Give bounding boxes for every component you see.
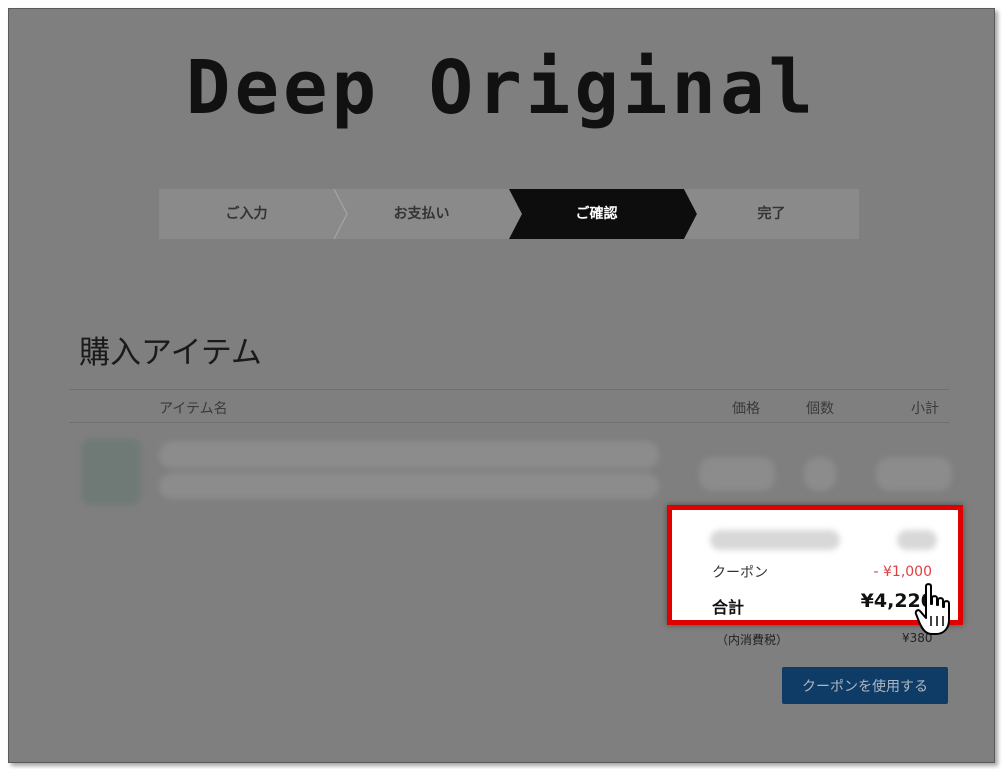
header-item-name: アイテム名: [159, 401, 228, 417]
page-frame: Deep Original ご入力 お支払い ご確認 完了 購入アイテム アイテ…: [8, 8, 995, 763]
step-input: ご入力: [225, 206, 268, 222]
header-subtotal: 小計: [911, 401, 939, 417]
item-name-redacted: [159, 441, 659, 469]
checkout-steps: ご入力 お支払い ご確認 完了: [159, 189, 859, 239]
header-quantity: 個数: [806, 401, 834, 417]
header-price: 価格: [732, 401, 760, 417]
total-label: 合計: [712, 598, 745, 617]
item-price-redacted: [699, 457, 775, 491]
brand-logo[interactable]: Deep Original: [9, 45, 994, 131]
summary-subtotal-value-redacted: [897, 530, 937, 550]
hand-pointer-cursor-icon: [914, 583, 950, 635]
summary-subtotal-label-redacted: [710, 530, 840, 550]
tax-label: （内消費税）: [716, 633, 789, 647]
section-title: 購入アイテム: [79, 335, 262, 371]
step-confirm: ご確認: [575, 206, 618, 222]
coupon-label: クーポン: [712, 565, 768, 581]
step-payment: お支払い: [393, 206, 450, 222]
item-subtotal-redacted: [876, 457, 952, 491]
coupon-discount-value: - ¥1,000: [873, 564, 933, 580]
items-table-header: アイテム名 価格 個数 小計: [69, 389, 949, 423]
item-quantity-redacted: [804, 457, 836, 491]
item-desc-redacted: [159, 473, 659, 499]
item-thumbnail-redacted: [81, 439, 141, 505]
use-coupon-button[interactable]: クーポンを使用する: [782, 667, 948, 704]
step-complete: 完了: [757, 206, 786, 222]
